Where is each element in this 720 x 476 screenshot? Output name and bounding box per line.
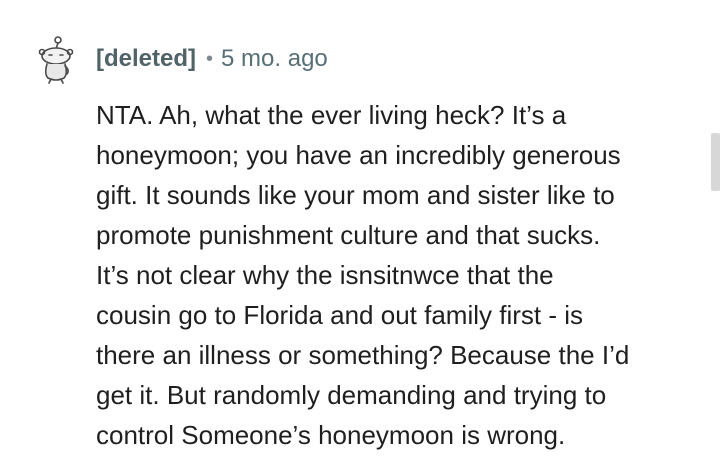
comment-body: NTA. Ah, what the ever living heck? It’s…	[96, 100, 630, 450]
deleted-user-snoo-icon	[38, 36, 74, 84]
comment-timestamp[interactable]: 5 mo. ago	[221, 45, 328, 73]
comment-meta: [deleted] • 5 mo. ago	[96, 42, 328, 76]
comment: [deleted] • 5 mo. ago NTA. Ah, what the …	[0, 0, 720, 476]
meta-separator: •	[206, 47, 214, 70]
scrollbar-thumb[interactable]	[711, 133, 720, 191]
avatar[interactable]	[36, 34, 76, 84]
author-name[interactable]: [deleted]	[96, 45, 196, 73]
